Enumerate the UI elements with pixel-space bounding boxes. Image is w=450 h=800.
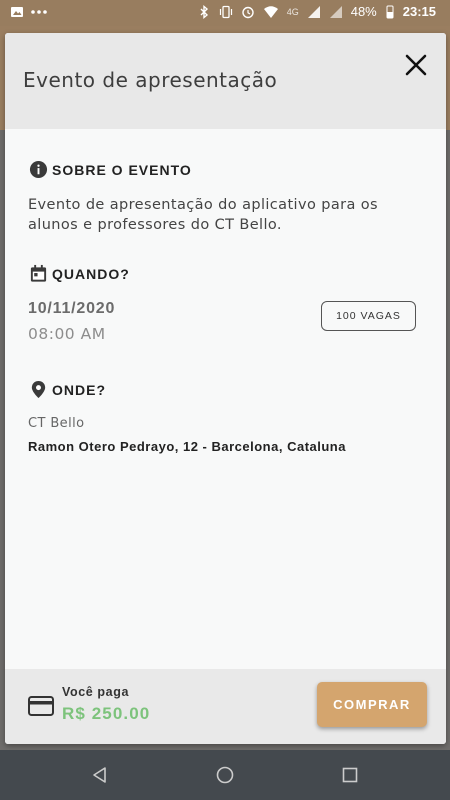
about-heading: SOBRE O EVENTO	[29, 160, 192, 179]
vibrate-icon	[219, 5, 232, 18]
when-heading: QUANDO?	[29, 264, 130, 283]
battery-icon	[386, 5, 394, 18]
wifi-icon	[263, 5, 278, 18]
pay-label: Você paga	[62, 685, 129, 699]
signal-icon-2	[329, 5, 342, 18]
status-bar-right: 4G 48% 23:15	[197, 4, 436, 19]
event-modal: Evento de apresentação SOBRE O EVENTO Ev…	[5, 33, 446, 744]
battery-percent: 48%	[350, 4, 377, 19]
close-icon[interactable]	[402, 51, 430, 79]
location-pin-icon	[31, 380, 46, 399]
modal-header: Evento de apresentação	[5, 33, 446, 129]
slots-badge: 100 VAGAS	[321, 301, 416, 331]
navigation-bar	[0, 750, 450, 800]
modal-title: Evento de apresentação	[23, 68, 278, 92]
calendar-icon	[30, 264, 47, 282]
back-icon[interactable]	[90, 765, 110, 785]
event-date: 10/11/2020	[28, 300, 116, 317]
home-icon[interactable]	[215, 765, 235, 785]
status-bar-left	[10, 5, 50, 19]
buy-button[interactable]: COMPRAR	[317, 682, 427, 727]
signal-icon	[307, 5, 320, 18]
network-type: 4G	[286, 6, 299, 17]
about-text: Evento de apresentação do aplicativo par…	[28, 197, 379, 233]
bluetooth-icon	[200, 4, 208, 19]
clock: 23:15	[402, 4, 436, 19]
event-time: 08:00 AM	[28, 325, 106, 343]
image-icon	[11, 7, 23, 17]
payment-footer: Você paga R$ 250.00 COMPRAR	[5, 669, 446, 744]
where-heading-label: ONDE?	[52, 381, 106, 398]
recents-icon[interactable]	[340, 765, 360, 785]
status-bar: 4G 48% 23:15	[0, 0, 450, 26]
more-dots-icon	[31, 10, 47, 14]
when-heading-label: QUANDO?	[52, 265, 130, 282]
alarm-icon	[242, 6, 254, 18]
info-icon	[29, 160, 48, 179]
price: R$ 250.00	[62, 704, 151, 723]
credit-card-icon	[28, 696, 54, 716]
where-heading: ONDE?	[29, 380, 106, 399]
place-address: Ramon Otero Pedrayo, 12 - Barcelona, Cat…	[28, 439, 346, 454]
place-name: CT Bello	[28, 416, 85, 431]
about-heading-label: SOBRE O EVENTO	[52, 161, 192, 178]
